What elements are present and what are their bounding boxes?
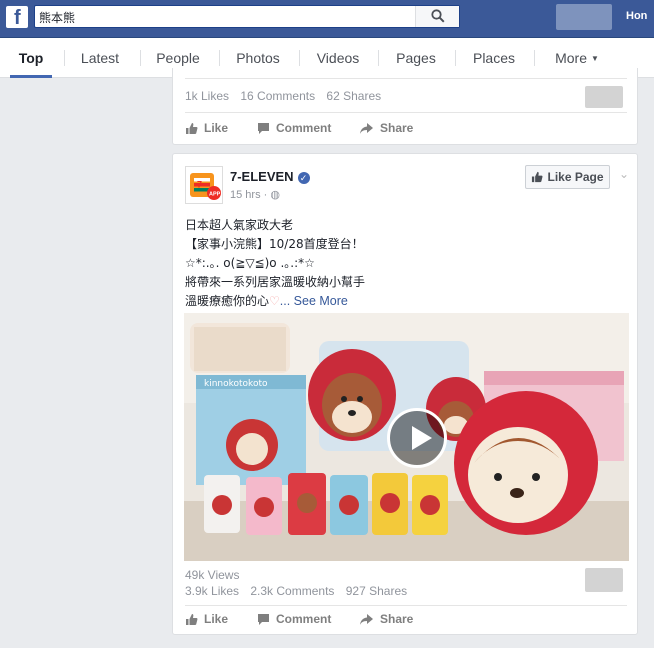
search-input[interactable] [39, 8, 413, 26]
share-icon [360, 613, 373, 625]
like-button[interactable]: Like [185, 612, 228, 626]
comments-count[interactable]: 16 Comments [240, 89, 315, 103]
search-button[interactable] [415, 6, 459, 27]
comment-label: Comment [276, 121, 332, 135]
home-link[interactable]: Hon [626, 10, 647, 22]
caret-down-icon: ▼ [590, 54, 599, 64]
post-text-line: 日本超人氣家政大老 [185, 218, 294, 232]
post-card-7eleven: 7 APP 7-ELEVEN ✓ 15 hrs · ◍ Like Page ⌄ 日… [172, 153, 638, 635]
page-name-label: 7-ELEVEN [230, 169, 294, 184]
share-label: Share [380, 612, 414, 626]
like-label: Like [204, 612, 229, 626]
post-stats: 1k Likes 16 Comments 62 Shares [185, 89, 389, 103]
top-navigation-bar: f Hon [0, 0, 654, 38]
comment-label: Comment [276, 612, 332, 626]
thumbs-up-icon [532, 171, 543, 183]
share-button[interactable]: Share [359, 121, 413, 135]
like-label: Like [204, 121, 229, 135]
comment-button[interactable]: Comment [257, 612, 331, 626]
comment-icon [258, 122, 269, 134]
comment-icon [258, 613, 269, 625]
post-timestamp[interactable]: 15 hrs · ◍ [230, 188, 280, 201]
chevron-down-icon[interactable]: ⌄ [619, 167, 629, 181]
verified-badge-icon: ✓ [297, 172, 310, 184]
post-time-label: 15 hrs [230, 189, 261, 201]
thumbs-up-icon [186, 613, 198, 625]
likes-count[interactable]: 1k Likes [185, 89, 229, 103]
page-profile-picture[interactable]: 7 APP [185, 166, 223, 204]
comments-count[interactable]: 2.3k Comments [250, 584, 334, 598]
post-text-line: 將帶來一系列居家溫暖收納小幫手 [185, 275, 366, 289]
post-text-last-line: 溫暖療癒你的心♡... See More [185, 292, 365, 311]
page-name[interactable]: 7-ELEVEN ✓ [230, 169, 310, 184]
like-button[interactable]: Like [185, 121, 228, 135]
svg-text:7: 7 [197, 180, 202, 190]
globe-icon: · ◍ [263, 189, 280, 201]
post-card-previous: 1k Likes 16 Comments 62 Shares Like Comm… [172, 68, 638, 145]
video-box-label: kinnokotokoto [204, 379, 268, 389]
shares-count[interactable]: 927 Shares [346, 584, 407, 598]
video-views: 49k Views [185, 568, 240, 582]
search-box [34, 5, 460, 28]
post-text: 日本超人氣家政大老 【家事小浣熊】10/28首度登台！ ☆*:.｡. o(≧▽≦… [185, 216, 365, 311]
reaction-avatars [585, 86, 623, 108]
facebook-logo[interactable]: f [6, 6, 28, 29]
tab-more-label: More [555, 50, 587, 66]
see-more-link[interactable]: ... See More [280, 294, 348, 308]
share-icon [360, 122, 373, 134]
shares-count[interactable]: 62 Shares [326, 89, 381, 103]
share-button[interactable]: Share [359, 612, 413, 626]
likes-count[interactable]: 3.9k Likes [185, 584, 239, 598]
post-text-line: 【家事小浣熊】10/28首度登台！ [185, 237, 364, 251]
thumbs-up-icon [186, 122, 198, 134]
like-page-label: Like Page [547, 170, 604, 184]
search-icon [431, 9, 445, 23]
post-text-line: 溫暖療癒你的心 [185, 294, 270, 308]
post-text-line: ☆*:.｡. o(≧▽≦)o .｡.:*☆ [185, 256, 315, 270]
tab-latest[interactable]: Latest [72, 38, 128, 78]
play-button-icon[interactable] [387, 408, 447, 468]
reaction-avatars [585, 568, 623, 592]
like-page-button[interactable]: Like Page [525, 165, 610, 189]
svg-text:APP: APP [209, 192, 221, 198]
post-stats: 3.9k Likes 2.3k Comments 927 Shares [185, 584, 415, 598]
tab-top[interactable]: Top [10, 38, 52, 78]
share-label: Share [380, 121, 414, 135]
comment-button[interactable]: Comment [257, 121, 331, 135]
seven-eleven-app-icon: 7 APP [190, 173, 221, 200]
profile-avatar[interactable] [556, 4, 612, 30]
video-player[interactable]: kinnokotokoto [184, 313, 629, 561]
heart-emoji: ♡ [269, 294, 280, 308]
